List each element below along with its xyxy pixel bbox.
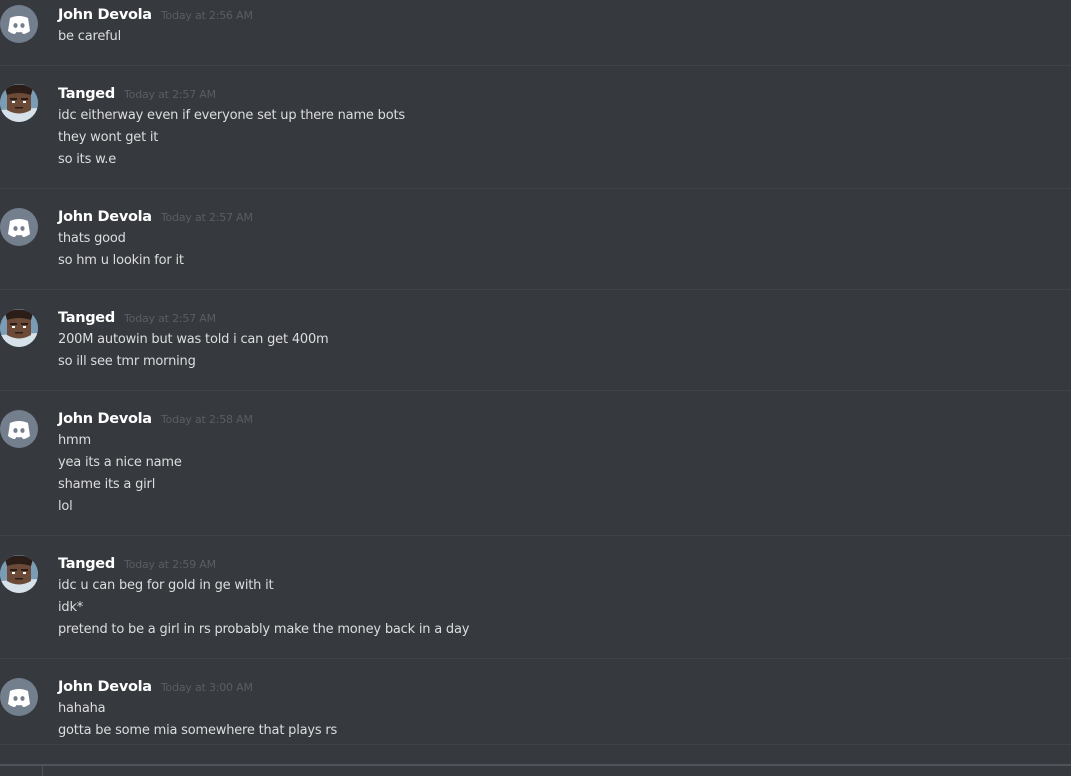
message-line: gotta be some mia somewhere that plays r… (58, 723, 338, 738)
username[interactable]: Tanged (58, 310, 115, 326)
timestamp: Today at 2:56 AM (160, 9, 253, 22)
message-line: be careful (58, 29, 121, 44)
message-line: idc u can beg for gold in ge with it (58, 578, 274, 593)
message-header: John Devola Today at 2:58 AM (58, 408, 253, 427)
message-line: lol (58, 499, 73, 514)
message-content: hmm yea its a nice name shame its a girl… (58, 430, 182, 518)
discord-default-icon (8, 689, 30, 707)
message-group: Tanged Today at 2:59 AM idc u can beg fo… (0, 536, 1071, 659)
avatar[interactable] (0, 410, 38, 448)
message-content: be careful (58, 26, 121, 48)
timestamp: Today at 3:00 AM (160, 681, 253, 694)
message-header: John Devola Today at 3:00 AM (58, 676, 253, 695)
avatar[interactable] (0, 84, 38, 122)
message-group: John Devola Today at 2:56 AM be careful (0, 0, 1071, 66)
username[interactable]: Tanged (58, 86, 115, 102)
custom-avatar-image (0, 555, 38, 593)
avatar[interactable] (0, 208, 38, 246)
message-content: hahaha gotta be some mia somewhere that … (58, 698, 337, 742)
discord-default-icon (8, 421, 30, 439)
message-group: Tanged Today at 2:57 AM 200M autowin but… (0, 290, 1071, 391)
message-line: they wont get it (58, 130, 159, 145)
message-content: idc u can beg for gold in ge with it idk… (58, 575, 469, 641)
input-divider (42, 766, 43, 776)
username[interactable]: John Devola (58, 411, 152, 427)
discord-default-icon (8, 219, 30, 237)
username[interactable]: John Devola (58, 209, 152, 225)
chat-messages: John Devola Today at 2:56 AM be careful … (0, 0, 1071, 774)
message-group: John Devola Today at 3:00 AM hahaha gott… (0, 659, 1071, 745)
message-group: Tanged Today at 2:57 AM idc eitherway ev… (0, 66, 1071, 189)
message-content: 200M autowin but was told i can get 400m… (58, 329, 329, 373)
message-line: so its w.e (58, 152, 117, 167)
avatar[interactable] (0, 678, 38, 716)
message-header: John Devola Today at 2:57 AM (58, 206, 253, 225)
username[interactable]: John Devola (58, 7, 152, 23)
username[interactable]: John Devola (58, 679, 152, 695)
message-line: 200M autowin but was told i can get 400m (58, 332, 329, 347)
message-header: Tanged Today at 2:57 AM (58, 307, 216, 326)
custom-avatar-image (0, 309, 38, 347)
timestamp: Today at 2:57 AM (160, 211, 253, 224)
message-line: thats good (58, 231, 126, 246)
message-line: pretend to be a girl in rs probably make… (58, 622, 470, 637)
message-group: John Devola Today at 2:58 AM hmm yea its… (0, 391, 1071, 536)
message-header: John Devola Today at 2:56 AM (58, 4, 253, 23)
message-input-area[interactable] (0, 764, 1071, 776)
username[interactable]: Tanged (58, 556, 115, 572)
message-line: yea its a nice name (58, 455, 182, 470)
message-group: John Devola Today at 2:57 AM thats good … (0, 189, 1071, 290)
timestamp: Today at 2:57 AM (124, 312, 216, 325)
message-line: hmm (58, 433, 91, 448)
message-line: so hm u lookin for it (58, 253, 184, 268)
avatar[interactable] (0, 5, 38, 43)
avatar[interactable] (0, 309, 38, 347)
custom-avatar-image (0, 84, 38, 122)
message-content: thats good so hm u lookin for it (58, 228, 184, 272)
message-line: idc eitherway even if everyone set up th… (58, 108, 405, 123)
avatar[interactable] (0, 555, 38, 593)
message-content: idc eitherway even if everyone set up th… (58, 105, 405, 171)
message-line: hahaha (58, 701, 106, 716)
message-header: Tanged Today at 2:59 AM (58, 553, 216, 572)
message-line: so ill see tmr morning (58, 354, 196, 369)
message-line: shame its a girl (58, 477, 156, 492)
timestamp: Today at 2:59 AM (124, 558, 216, 571)
message-line: idk* (58, 600, 84, 615)
discord-default-icon (8, 16, 30, 34)
message-header: Tanged Today at 2:57 AM (58, 83, 216, 102)
timestamp: Today at 2:58 AM (160, 413, 253, 426)
timestamp: Today at 2:57 AM (124, 88, 216, 101)
